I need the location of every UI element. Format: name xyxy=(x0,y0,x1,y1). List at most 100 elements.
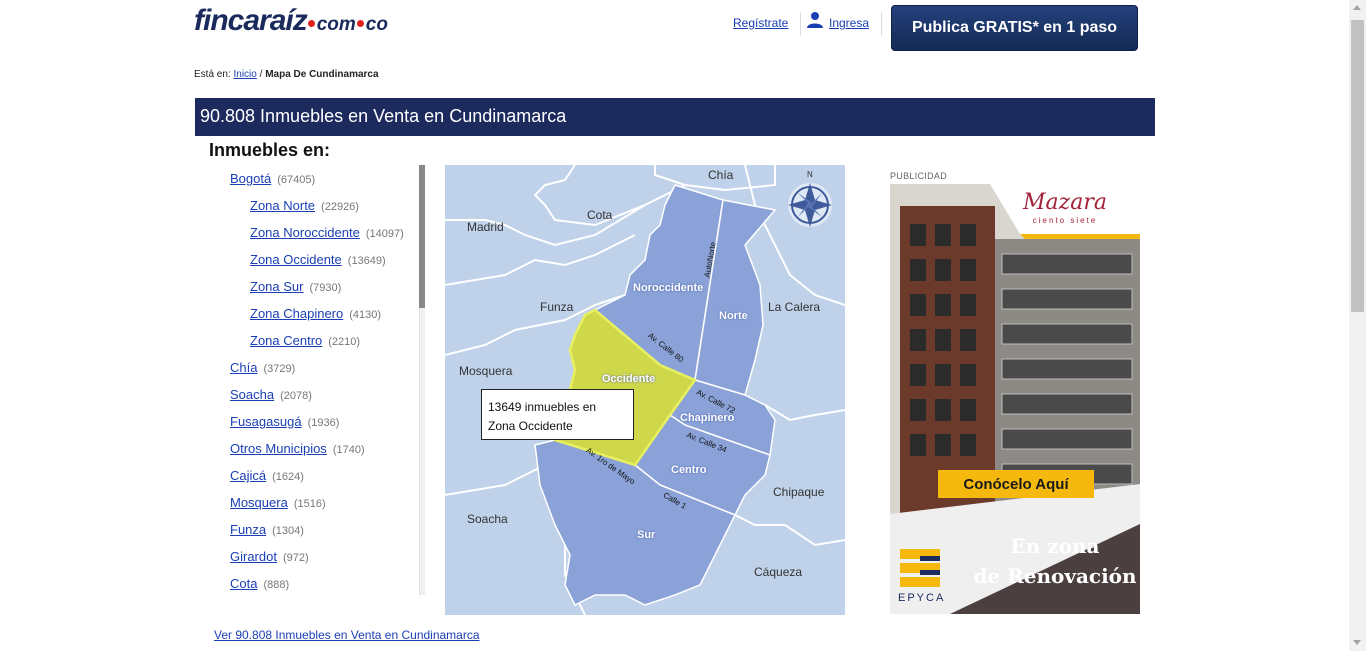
location-link[interactable]: Fusagasugá xyxy=(230,414,302,429)
list-item-zona-sur: Zona Sur (7930) xyxy=(250,279,341,294)
list-item-zona-noroccidente: Zona Noroccidente (14097) xyxy=(250,225,404,240)
zone-label-noroccidente: Noroccidente xyxy=(633,282,704,294)
ad-tagline-line-1: En zona xyxy=(1010,534,1100,558)
list-item-zona-chapinero: Zona Chapinero (4130) xyxy=(250,306,381,321)
tooltip-line-2: Zona Occidente xyxy=(488,419,573,433)
location-count: (3729) xyxy=(263,363,296,375)
zone-label-chapinero: Chapinero xyxy=(680,412,735,424)
location-link[interactable]: Funza xyxy=(230,522,266,537)
ad-cta-button[interactable]: Conócelo Aquí xyxy=(938,470,1094,498)
map-label-chipaque: Chipaque xyxy=(773,485,825,499)
logo-com-text: com xyxy=(316,14,356,35)
scroll-down-arrow-icon[interactable] xyxy=(1353,640,1361,645)
zone-label-sur: Sur xyxy=(637,529,656,541)
list-item-zona-norte: Zona Norte (22926) xyxy=(250,198,359,213)
location-link[interactable]: Otros Municipios xyxy=(230,441,327,456)
ad-company-name: EPYCA xyxy=(898,592,946,604)
breadcrumb-home-link[interactable]: Inicio xyxy=(233,69,256,80)
location-count: (2078) xyxy=(280,390,312,402)
list-item-funza: Funza (1304) xyxy=(230,522,304,537)
logo-co-text: co xyxy=(365,14,388,35)
page-scrollbar-thumb[interactable] xyxy=(1351,20,1364,312)
ad-tagline-line-2: de Renovación xyxy=(973,564,1137,588)
locations-heading: Inmuebles en: xyxy=(209,140,331,160)
zone-label-occidente: Occidente xyxy=(602,373,656,385)
map-label-cota: Cota xyxy=(587,208,613,222)
location-count: (888) xyxy=(263,579,290,591)
scroll-up-arrow-icon[interactable] xyxy=(1353,5,1361,10)
location-link[interactable]: Cajicá xyxy=(230,468,266,483)
header-divider xyxy=(881,12,882,36)
advertisement-banner[interactable]: Mazara ciento siete Conócelo Aquí En zon… xyxy=(890,184,1140,614)
epyca-logo-icon xyxy=(900,549,940,587)
location-count: (1516) xyxy=(293,498,326,510)
ad-label: PUBLICIDAD xyxy=(890,171,948,181)
list-scrollbar-thumb[interactable] xyxy=(419,165,425,308)
list-item-otros-municipios: Otros Municipios (1740) xyxy=(230,441,365,456)
breadcrumb-prefix: Está en: xyxy=(194,69,231,80)
location-count: (2210) xyxy=(328,336,361,348)
location-count: (14097) xyxy=(365,228,404,240)
location-link[interactable]: Zona Norte xyxy=(250,198,315,213)
zone-label-centro: Centro xyxy=(671,464,707,476)
location-count: (4130) xyxy=(349,309,382,321)
location-count: (1740) xyxy=(332,444,365,456)
list-item-bogota: Bogotá (67405) xyxy=(230,171,315,186)
map-label-madrid: Madrid xyxy=(467,220,504,234)
map-label-caqueza: Cáqueza xyxy=(754,565,803,579)
page-title: 90.808 Inmuebles en Venta en Cundinamarc… xyxy=(195,98,1155,136)
map-label-la-calera: La Calera xyxy=(768,300,821,314)
login-link[interactable]: Ingresa xyxy=(829,16,869,30)
publish-free-button[interactable]: Publica GRATIS* en 1 paso xyxy=(891,5,1138,51)
site-logo[interactable]: fincaraíz com co xyxy=(194,4,388,37)
register-link[interactable]: Regístrate xyxy=(733,16,788,30)
breadcrumb-separator: / xyxy=(259,69,263,80)
location-link[interactable]: Girardot xyxy=(230,549,277,564)
tooltip-line-1: 13649 inmuebles en xyxy=(488,400,597,414)
locations-list[interactable]: Bogotá (67405) Zona Norte (22926) Zona Nor… xyxy=(209,165,425,595)
location-link[interactable]: Bogotá xyxy=(230,171,271,186)
location-count: (1936) xyxy=(307,417,340,429)
location-count: (22926) xyxy=(321,201,359,213)
list-item-fusagasuga: Fusagasugá (1936) xyxy=(230,414,339,429)
location-link[interactable]: Soacha xyxy=(230,387,274,402)
location-link[interactable]: Zona Sur xyxy=(250,279,303,294)
logo-dot-icon xyxy=(356,20,364,27)
map-tooltip: 13649 inmuebles en Zona Occidente xyxy=(481,389,634,440)
list-item-zona-occidente: Zona Occidente (13649) xyxy=(250,252,386,267)
header-divider xyxy=(800,12,801,36)
location-link[interactable]: Zona Occidente xyxy=(250,252,342,267)
location-link[interactable]: Zona Noroccidente xyxy=(250,225,360,240)
location-link[interactable]: Mosquera xyxy=(230,495,288,510)
location-link[interactable]: Cota xyxy=(230,576,257,591)
location-link[interactable]: Zona Chapinero xyxy=(250,306,343,321)
list-item-cota: Cota (888) xyxy=(230,576,289,591)
location-count: (67405) xyxy=(277,174,316,186)
map-label-soacha: Soacha xyxy=(467,512,508,526)
location-count: (1624) xyxy=(272,471,304,483)
map-label-mosquera: Mosquera xyxy=(459,364,513,378)
compass-rose-icon xyxy=(788,183,832,227)
map-label-funza: Funza xyxy=(540,300,574,314)
list-item-mosquera: Mosquera (1516) xyxy=(230,495,326,510)
ad-brand-name: Mazara xyxy=(1023,190,1107,215)
list-item-soacha: Soacha (2078) xyxy=(230,387,312,402)
logo-dot-icon xyxy=(307,20,315,27)
location-count: (1304) xyxy=(272,525,304,537)
location-link[interactable]: Chía xyxy=(230,360,257,375)
list-item-zona-centro: Zona Centro (2210) xyxy=(250,333,360,348)
list-item-chia: Chía (3729) xyxy=(230,360,295,375)
list-item-cajica: Cajicá (1624) xyxy=(230,468,304,483)
view-all-listings-link[interactable]: Ver 90.808 Inmuebles en Venta en Cundina… xyxy=(214,628,480,642)
ad-brand-subtitle: ciento siete xyxy=(1032,216,1098,225)
breadcrumb: Está en: Inicio / Mapa De Cundinamarca xyxy=(194,69,379,80)
breadcrumb-current: Mapa De Cundinamarca xyxy=(265,69,379,80)
map-label-chia: Chía xyxy=(708,168,734,182)
zone-label-norte: Norte xyxy=(719,310,748,322)
logo-main-text: fincaraíz xyxy=(194,4,308,37)
location-count: (7930) xyxy=(309,282,342,294)
page: fincaraíz com co Regístrate Ingresa Publ… xyxy=(0,0,1366,651)
location-count: (13649) xyxy=(347,255,386,267)
location-link[interactable]: Zona Centro xyxy=(250,333,322,348)
user-icon[interactable] xyxy=(806,11,824,29)
